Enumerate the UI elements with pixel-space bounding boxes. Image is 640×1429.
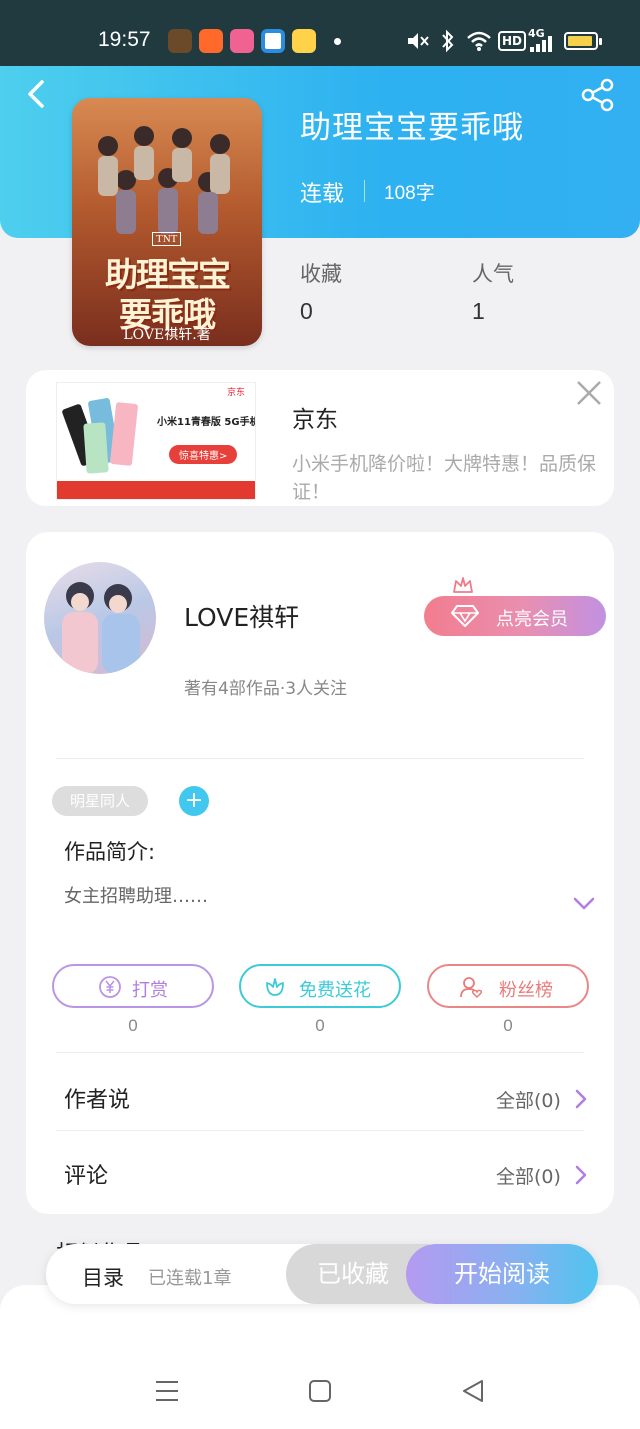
reward-count: 0 (128, 1016, 138, 1035)
author-meta: 著有4部作品·3人关注 (184, 679, 348, 699)
cover-people-illustration (98, 126, 230, 234)
mute-icon (408, 33, 429, 49)
fans-ranking-button[interactable]: 粉丝榜 (427, 964, 589, 1008)
ad-card[interactable]: 京东 小米11青春版 5G手机 惊喜特惠> 京东 小米手机降价啦！大牌特惠！品质… (26, 370, 614, 506)
ad-image[interactable]: 京东 小米11青春版 5G手机 惊喜特惠> (56, 382, 256, 500)
cover-tag: TNT (152, 232, 182, 246)
notification-dot (334, 38, 341, 45)
vip-label: 点亮会员 (496, 609, 568, 630)
close-icon[interactable] (574, 378, 604, 408)
collected-label: 已收藏 (317, 1260, 389, 1288)
toc-button[interactable]: 目录 (82, 1262, 124, 1292)
grid-app-icon (199, 29, 223, 53)
back-triangle-icon[interactable] (460, 1378, 486, 1404)
chevron-right-icon[interactable] (574, 1088, 588, 1110)
game-app-icon (168, 29, 192, 53)
chevron-left-icon[interactable] (22, 78, 50, 110)
divider (56, 758, 584, 759)
chevron-right-icon[interactable] (574, 1164, 588, 1186)
battery-icon (564, 32, 602, 50)
free-flower-button[interactable]: 免费送花 (239, 964, 401, 1008)
comments-title[interactable]: 评论 (64, 1158, 108, 1190)
divider (56, 1052, 584, 1053)
free-flower-label: 免费送花 (299, 980, 371, 1001)
fans-count: 0 (503, 1016, 513, 1035)
author-says-all[interactable]: 全部(0) (496, 1086, 561, 1113)
avatar-image (62, 582, 140, 674)
flower-count: 0 (315, 1016, 325, 1035)
book-word-count: 108字 (384, 183, 435, 204)
collect-value: 0 (300, 298, 313, 324)
add-tag-button[interactable]: + (179, 786, 209, 816)
user-heart-icon (460, 977, 483, 999)
crown-icon (453, 577, 473, 593)
comments-all[interactable]: 全部(0) (496, 1162, 561, 1189)
ad-brand: 京东 (292, 407, 338, 433)
bluetooth-icon (442, 29, 454, 53)
browser-app-icon (261, 29, 285, 53)
reader-action-bar: 目录 已连载1章 已收藏 开始阅读 (46, 1244, 598, 1304)
avatar[interactable] (44, 562, 156, 674)
ad-image-logo: 京东 (227, 388, 246, 398)
wifi-icon (467, 31, 491, 51)
fans-ranking-label: 粉丝榜 (499, 980, 553, 1001)
popularity-label: 人气 (472, 262, 514, 286)
divider (56, 1130, 584, 1131)
collect-label: 收藏 (300, 262, 342, 286)
bilibili-app-icon (230, 29, 254, 53)
signal-icon (530, 36, 552, 52)
ad-image-button: 惊喜特惠> (169, 445, 238, 464)
vip-button[interactable]: 点亮会员 (424, 577, 606, 636)
menu-icon[interactable] (154, 1378, 180, 1404)
chapter-count: 已连载1章 (148, 1268, 232, 1289)
cover-author: LOVE祺轩.著 (123, 327, 211, 343)
bottom-panel (0, 1285, 640, 1429)
reward-button[interactable]: 打赏 (52, 964, 214, 1008)
book-title: 助理宝宝要乖哦 (300, 110, 524, 146)
status-divider (364, 180, 365, 202)
status-time: 19:57 (98, 28, 151, 51)
genre-tag[interactable]: 明星同人 (52, 786, 148, 816)
status-bar: 19:57 HD 4G (0, 0, 640, 66)
start-reading-button[interactable]: 开始阅读 (406, 1244, 598, 1304)
share-icon[interactable] (580, 78, 616, 112)
author-says-title[interactable]: 作者说 (64, 1082, 130, 1114)
home-icon[interactable] (307, 1378, 333, 1404)
intro-title: 作品简介: (64, 840, 156, 864)
author-info-card: LOVE祺轩 著有4部作品·3人关注 点亮会员 明星同人 + 作品简介: 女主招… (26, 532, 614, 1214)
flower-icon (266, 978, 284, 996)
ad-description: 小米手机降价啦！大牌特惠！品质保证！ (292, 453, 597, 503)
hd-badge: HD (498, 31, 527, 51)
yen-coin-icon (99, 976, 121, 998)
chevron-down-icon[interactable] (572, 896, 596, 912)
weibo-app-icon (292, 29, 316, 53)
ad-image-headline: 小米11青春版 5G手机 (157, 417, 256, 428)
author-name[interactable]: LOVE祺轩 (184, 598, 299, 634)
reward-label: 打赏 (132, 980, 168, 1001)
diamond-icon (451, 605, 479, 627)
book-cover[interactable]: TNT 助理宝宝 要乖哦 LOVE祺轩.著 (72, 98, 262, 346)
intro-text: 女主招聘助理…… (64, 886, 208, 907)
popularity-value: 1 (472, 298, 485, 324)
book-status: 连载 (300, 182, 345, 207)
